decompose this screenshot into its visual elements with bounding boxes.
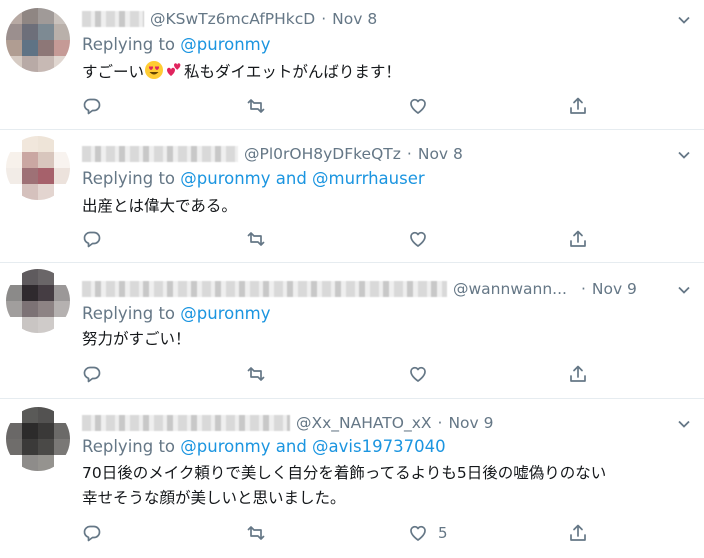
reply-feed: @KSwTz6mcAfPHkcD · Nov 8 Replying to @pu… <box>0 0 704 558</box>
share-icon <box>570 365 586 382</box>
heart-icon <box>410 366 426 382</box>
share-button[interactable] <box>568 363 588 385</box>
tweet-date[interactable]: Nov 8 <box>332 10 377 28</box>
user-handle[interactable]: @Pl0rOH8yDFkeQTz <box>244 145 401 163</box>
mention-link[interactable]: @puronmy and @murrhauser <box>180 169 424 188</box>
heart-icon <box>410 231 426 247</box>
mention-link[interactable]: @puronmy <box>180 35 270 54</box>
reply-icon <box>83 231 101 248</box>
tweet-date[interactable]: Nov 9 <box>448 414 493 432</box>
replying-to-label: Replying to <box>82 35 176 54</box>
like-button[interactable]: 5 <box>408 522 448 544</box>
mention-link[interactable]: @puronmy and @avis19737040 <box>180 437 445 456</box>
display-name-redacted[interactable] <box>82 11 144 27</box>
tweet[interactable]: @Xx_NAHATO_xX · Nov 9 Replying to @puron… <box>0 399 704 558</box>
user-handle[interactable]: @Xx_NAHATO_xX <box>296 414 432 432</box>
tweet-actions <box>82 95 602 117</box>
tweet-text: 出産とは偉大である。 <box>82 197 237 215</box>
tweet-header: @wannwann... · Nov 9 <box>82 278 674 300</box>
share-icon <box>570 97 586 114</box>
display-name-redacted[interactable] <box>82 281 447 297</box>
share-icon <box>570 230 586 247</box>
separator-dot: · <box>406 145 412 163</box>
tweet[interactable]: @wannwann... · Nov 9 Replying to @puronm… <box>0 263 704 399</box>
display-name-redacted[interactable] <box>82 146 238 162</box>
tweet-text-line: 幸せそうな顔が美しいと思いました。 <box>82 489 346 507</box>
retweet-button[interactable] <box>246 228 266 250</box>
replying-to-label: Replying to <box>82 169 176 188</box>
tweet-text: すごーい 私もダイエットがんばります！ <box>82 60 401 85</box>
avatar[interactable] <box>6 8 70 72</box>
replying-to: Replying to @puronmy and @avis19737040 <box>82 437 446 456</box>
heart-icon <box>410 525 426 541</box>
like-count: 5 <box>438 524 448 542</box>
reply-icon <box>83 525 101 542</box>
chevron-down-icon[interactable] <box>676 12 692 28</box>
separator-dot: · <box>321 10 327 28</box>
tweet[interactable]: @KSwTz6mcAfPHkcD · Nov 8 Replying to @pu… <box>0 0 704 130</box>
retweet-button[interactable] <box>246 95 266 117</box>
two-hearts-icon <box>167 63 181 76</box>
replying-to-label: Replying to <box>82 437 176 456</box>
replying-to: Replying to @puronmy <box>82 304 271 323</box>
separator-dot: · <box>580 280 586 298</box>
tweet-header: @Xx_NAHATO_xX · Nov 9 <box>82 412 674 434</box>
tweet-actions <box>82 228 602 250</box>
reply-button[interactable] <box>82 228 102 250</box>
display-name-redacted[interactable] <box>82 415 290 431</box>
tweet-text: 70日後のメイク頼りで美しく自分を着飾ってるよりも5日後の嘘偽りのない 幸せそう… <box>82 461 606 511</box>
share-button[interactable] <box>568 95 588 117</box>
chevron-down-icon[interactable] <box>676 282 692 298</box>
heart-icon <box>410 98 426 114</box>
replying-to-label: Replying to <box>82 304 176 323</box>
tweet-actions <box>82 363 602 385</box>
avatar[interactable] <box>6 407 70 471</box>
retweet-icon <box>247 232 265 246</box>
tweet-text: 努力がすごい！ <box>82 330 191 348</box>
chevron-down-icon[interactable] <box>676 147 692 163</box>
share-button[interactable] <box>568 228 588 250</box>
avatar[interactable] <box>6 269 70 333</box>
tweet-date[interactable]: Nov 8 <box>418 145 463 163</box>
reply-icon <box>83 366 101 383</box>
mention-link[interactable]: @puronmy <box>180 304 270 323</box>
retweet-icon <box>247 367 265 381</box>
tweet-text-line: 70日後のメイク頼りで美しく自分を着飾ってるよりも5日後の嘘偽りのない <box>82 464 607 482</box>
separator-dot: · <box>437 414 443 432</box>
tweet-text-part: すごーい <box>82 63 145 81</box>
reply-button[interactable] <box>82 363 102 385</box>
reply-button[interactable] <box>82 95 102 117</box>
chevron-down-icon[interactable] <box>676 416 692 432</box>
smiling-face-with-heart-eyes-icon <box>145 61 164 79</box>
share-button[interactable] <box>568 522 588 544</box>
reply-button[interactable] <box>82 522 102 544</box>
retweet-button[interactable] <box>246 522 266 544</box>
tweet-date[interactable]: Nov 9 <box>592 280 637 298</box>
replying-to: Replying to @puronmy and @murrhauser <box>82 169 425 188</box>
tweet-header: @Pl0rOH8yDFkeQTz · Nov 8 <box>82 143 674 165</box>
reply-icon <box>83 98 101 115</box>
retweet-button[interactable] <box>246 363 266 385</box>
like-button[interactable] <box>408 228 438 250</box>
user-handle[interactable]: @KSwTz6mcAfPHkcD <box>150 10 315 28</box>
like-button[interactable] <box>408 363 438 385</box>
retweet-icon <box>247 526 265 540</box>
retweet-icon <box>247 99 265 113</box>
tweet[interactable]: @Pl0rOH8yDFkeQTz · Nov 8 Replying to @pu… <box>0 130 704 263</box>
replying-to: Replying to @puronmy <box>82 35 271 54</box>
avatar[interactable] <box>6 136 70 200</box>
tweet-header: @KSwTz6mcAfPHkcD · Nov 8 <box>82 8 674 30</box>
share-icon <box>570 524 586 541</box>
tweet-text-part: 私もダイエットがんばります！ <box>184 63 401 81</box>
tweet-actions: 5 <box>82 522 602 544</box>
user-handle[interactable]: @wannwann... <box>453 280 567 298</box>
like-button[interactable] <box>408 95 438 117</box>
